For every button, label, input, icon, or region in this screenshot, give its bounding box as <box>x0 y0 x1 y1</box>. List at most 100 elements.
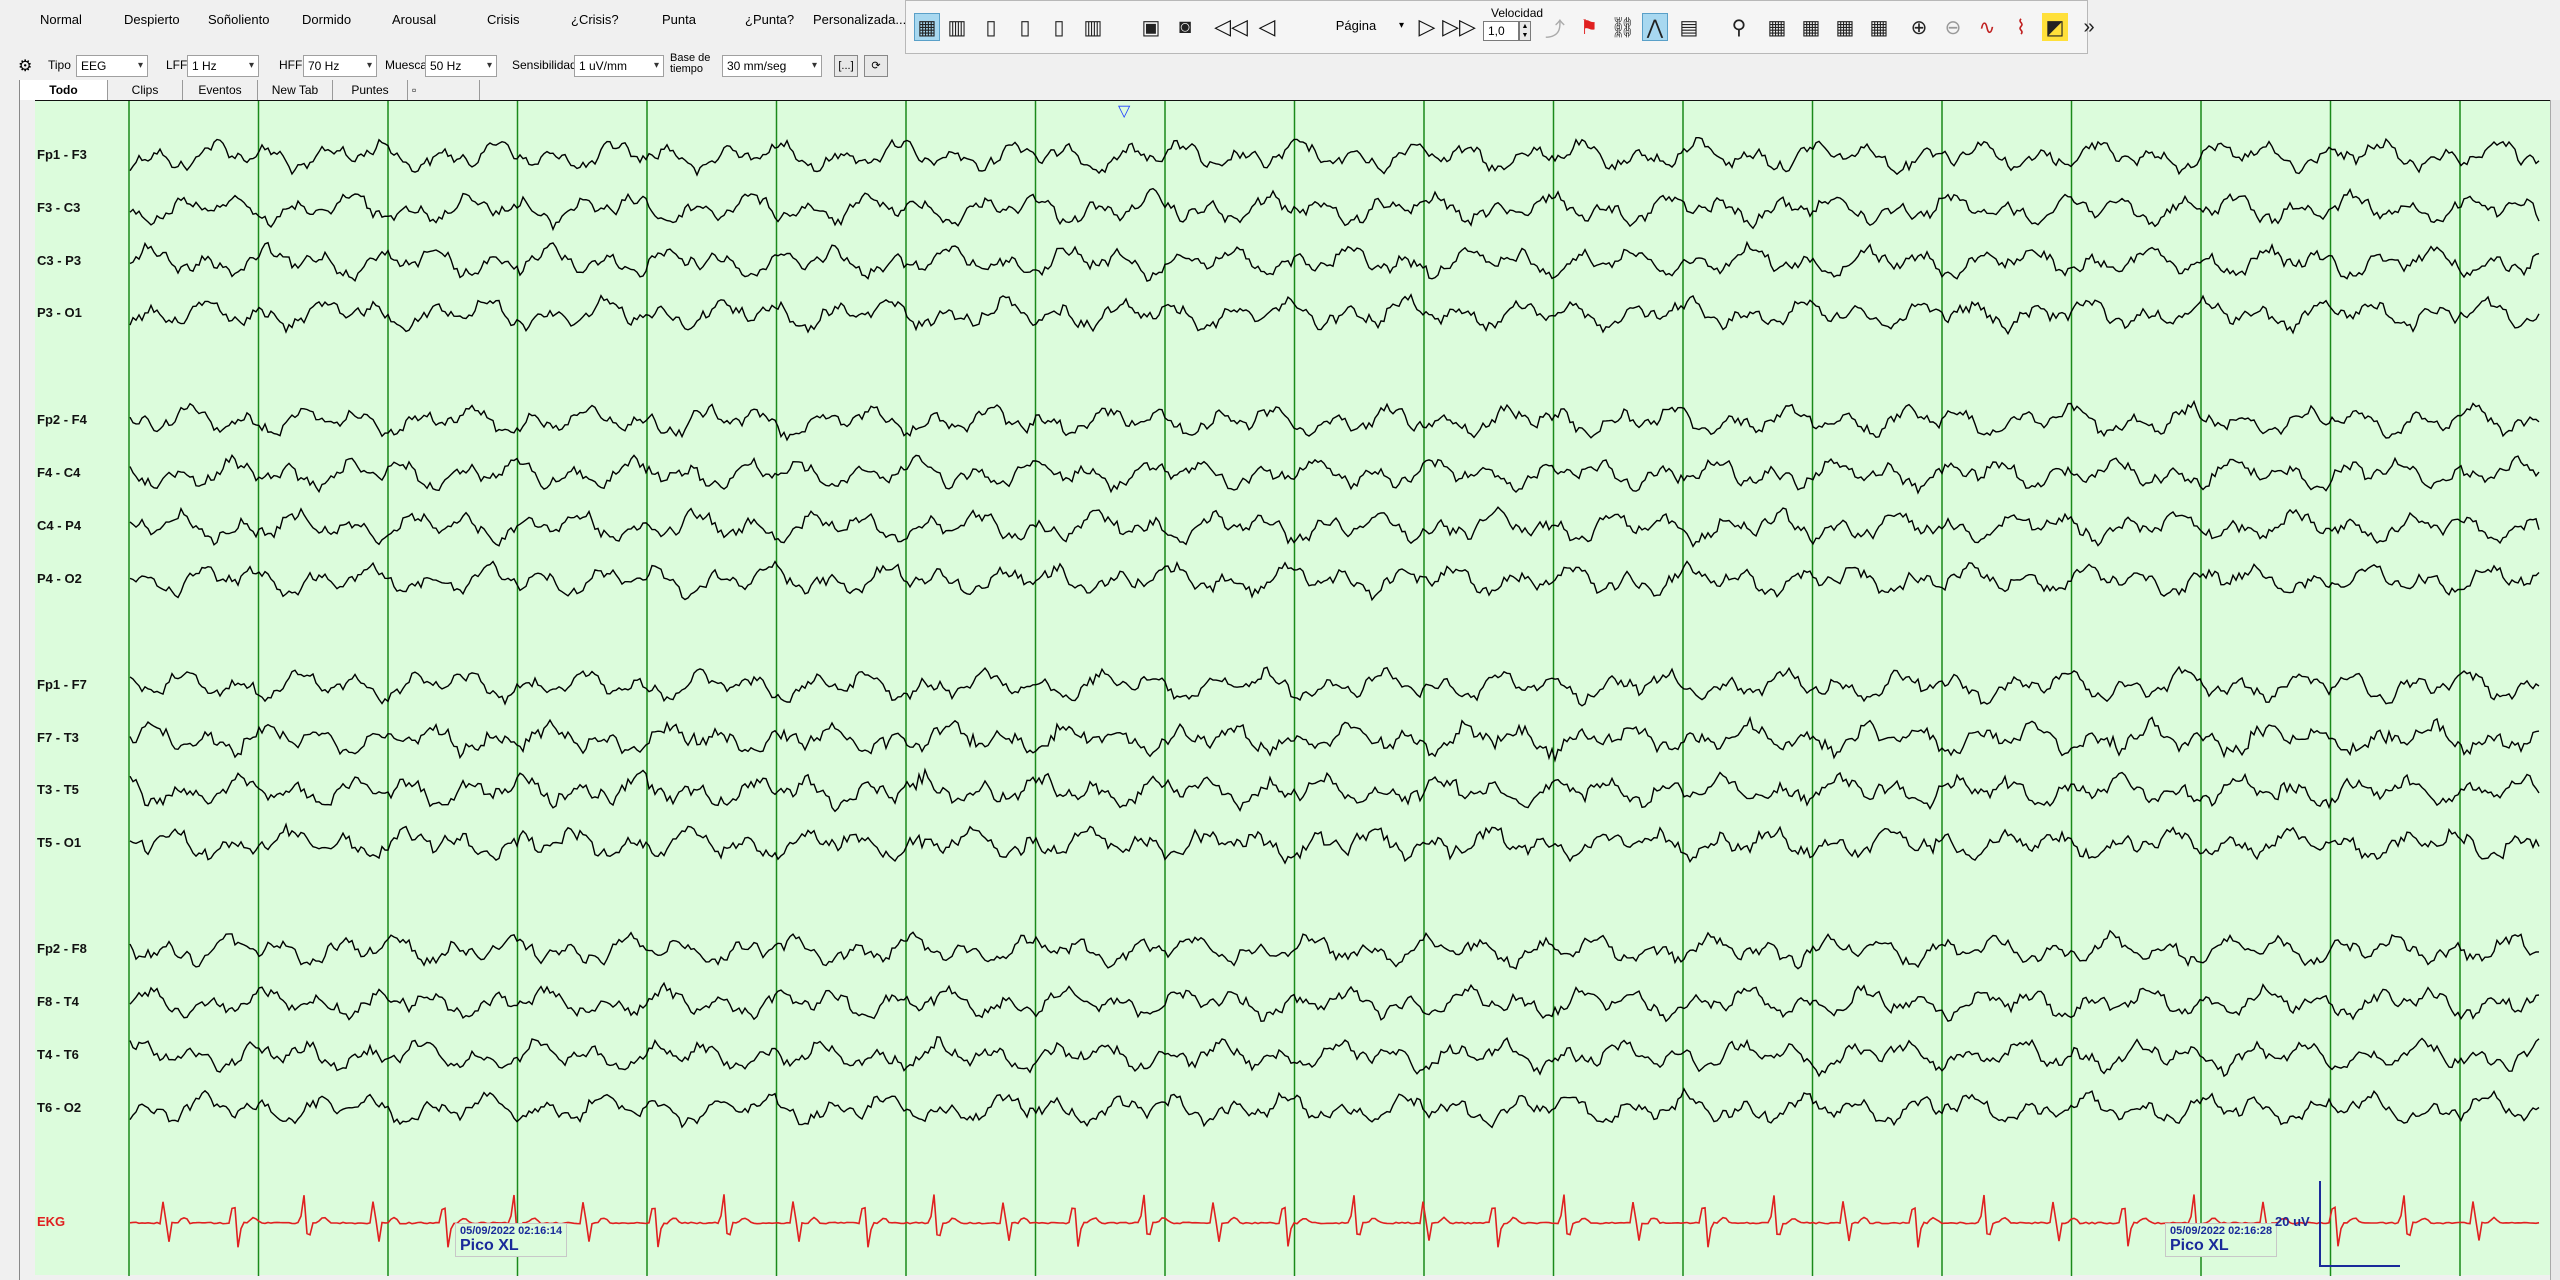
base-tiempo-select[interactable]: 30 mm/seg ▾ <box>722 55 822 77</box>
zoom-in-icon[interactable]: ⊕ <box>1906 13 1932 41</box>
zoom-out-icon[interactable]: ⊖ <box>1940 13 1966 41</box>
refresh-icon[interactable]: ⟳ <box>864 55 888 77</box>
channel-label[interactable]: P4 - O2 <box>37 571 82 586</box>
db-2-icon[interactable]: ▦ <box>1798 13 1824 41</box>
prev-icon[interactable]: ◁ <box>1254 13 1280 41</box>
tab-strip: Todo Clips Eventos New Tab Puntes ▫ <box>20 80 480 100</box>
event-crisis-question-button[interactable]: ¿Crisis? <box>571 8 619 32</box>
tab-todo[interactable]: Todo <box>20 80 108 100</box>
hff-label: HFF <box>279 58 303 72</box>
icon-toolbar: ▦ ▥ ▯ ▯ ▯ ▥ ▣ ◙ ◁◁ ◁ Página ▾ ▷ ▷▷ Veloci… <box>905 0 2095 54</box>
scale-label: 20 uV <box>2275 1214 2310 1229</box>
channel-label[interactable]: P3 - O1 <box>37 305 82 320</box>
eeg-trace <box>129 1036 2540 1078</box>
muesca-select[interactable]: 50 Hz ▾ <box>425 55 497 77</box>
layout-3-icon[interactable]: ▯ <box>1046 13 1072 41</box>
channel-label[interactable]: Fp2 - F8 <box>37 941 87 956</box>
lff-select[interactable]: 1 Hz ▾ <box>187 55 259 77</box>
event-normal-button[interactable]: Normal <box>40 8 82 32</box>
montage-icon[interactable]: ▦ <box>914 13 940 41</box>
event-despierto-button[interactable]: Despierto <box>124 8 180 32</box>
eeg-trace <box>129 1087 2540 1129</box>
tab-eventos[interactable]: Eventos <box>183 80 258 100</box>
sensibilidad-select[interactable]: 1 uV/mm ▾ <box>574 55 664 77</box>
link-icon[interactable]: ⛓ <box>1610 13 1636 41</box>
channel-label[interactable]: T3 - T5 <box>37 782 79 797</box>
settings-gear-icon[interactable]: ⚙ <box>18 56 32 76</box>
db-3-icon[interactable]: ▦ <box>1832 13 1858 41</box>
channel-label[interactable]: F3 - C3 <box>37 200 80 215</box>
event-marker-2[interactable]: 05/09/2022 02:16:28 Pico XL <box>2165 1223 2278 1257</box>
new-tab-icon[interactable]: ▫ <box>408 80 480 100</box>
channel-label[interactable]: T5 - O1 <box>37 835 81 850</box>
channel-label[interactable]: EKG <box>37 1214 65 1229</box>
layout-1-icon[interactable]: ▯ <box>978 13 1004 41</box>
channel-labels: Fp1 - F3 F3 - C3 C3 - P3 P3 - O1 Fp2 - F4 F4 … <box>35 101 135 1276</box>
tipo-select[interactable]: EEG ▾ <box>76 55 148 77</box>
tab-clips[interactable]: Clips <box>108 80 183 100</box>
event-marker-icon[interactable]: ⚑ <box>1576 13 1602 41</box>
muesca-label: Muesca <box>385 58 428 72</box>
eeg-viewer[interactable]: Fp1 - F3 F3 - C3 C3 - P3 P3 - O1 Fp2 - F4 F4 … <box>35 100 2550 1276</box>
wave-mode-icon[interactable]: ⋀ <box>1642 13 1668 41</box>
layout-4-icon[interactable]: ▥ <box>1080 13 1106 41</box>
event-marker-label: Pico XL <box>2170 1237 2229 1254</box>
bracket-button[interactable]: [...] <box>834 55 858 77</box>
event-marker-time: 05/09/2022 02:16:28 <box>2170 1225 2273 1237</box>
eeg-trace <box>129 187 2540 232</box>
table-icon[interactable]: ▤ <box>1676 13 1702 41</box>
event-personalizada-button[interactable]: Personalizada... <box>813 8 906 32</box>
wave-detect-icon[interactable]: ⌇ <box>2008 13 2034 41</box>
photo-icon[interactable]: ◩ <box>2042 13 2068 41</box>
eeg-trace <box>129 137 2540 177</box>
montage-book-icon[interactable]: ▥ <box>944 13 970 41</box>
cursor-off-icon[interactable]: ⤴ <box>1542 13 1568 41</box>
cursor-marker-icon[interactable]: ▽ <box>1118 101 1130 121</box>
eeg-traces <box>128 101 2540 1276</box>
tipo-label: Tipo <box>48 58 71 72</box>
layout-2-icon[interactable]: ▯ <box>1012 13 1038 41</box>
fast-forward-icon[interactable]: ▷▷ <box>1442 13 1476 41</box>
lff-label: LFF <box>166 58 188 72</box>
more-icon[interactable]: » <box>2076 13 2102 41</box>
event-sonoliento-button[interactable]: Soñoliento <box>208 8 269 32</box>
speed-input[interactable]: 1,0 <box>1483 21 1519 41</box>
channel-label[interactable]: T4 - T6 <box>37 1047 79 1062</box>
eeg-trace <box>129 560 2540 602</box>
vertical-scrollbar[interactable] <box>2550 100 2560 1280</box>
hff-select[interactable]: 70 Hz ▾ <box>303 55 377 77</box>
channel-label[interactable]: F8 - T4 <box>37 994 79 1009</box>
db-1-icon[interactable]: ▦ <box>1764 13 1790 41</box>
eeg-trace <box>129 822 2540 865</box>
event-marker-time: 05/09/2022 02:16:14 <box>460 1225 563 1237</box>
eeg-trace <box>129 981 2540 1023</box>
rewind-icon[interactable]: ◁◁ <box>1214 13 1248 41</box>
channel-label[interactable]: Fp1 - F7 <box>37 677 87 692</box>
next-icon[interactable]: ▷ <box>1414 13 1440 41</box>
settings-bar: ⚙ Tipo EEG ▾ LFF 1 Hz ▾ HFF 70 Hz ▾ Muesca … <box>0 52 905 80</box>
video-camera-icon[interactable]: ◙ <box>1172 13 1198 41</box>
channel-label[interactable]: C4 - P4 <box>37 518 81 533</box>
video-archive-icon[interactable]: ▣ <box>1138 13 1164 41</box>
search-person-icon[interactable]: ⚲ <box>1726 13 1752 41</box>
channel-label[interactable]: C3 - P3 <box>37 253 81 268</box>
channel-label[interactable]: F7 - T3 <box>37 730 79 745</box>
event-marker-label: Pico XL <box>460 1237 519 1254</box>
spike-icon[interactable]: ∿ <box>1974 13 2000 41</box>
event-crisis-button[interactable]: Crisis <box>487 8 520 32</box>
event-arousal-button[interactable]: Arousal <box>392 8 436 32</box>
event-punta-question-button[interactable]: ¿Punta? <box>745 8 794 32</box>
event-dormido-button[interactable]: Dormido <box>302 8 351 32</box>
speed-spinner[interactable]: ▲ ▼ <box>1519 21 1531 41</box>
channel-label[interactable]: Fp2 - F4 <box>37 412 87 427</box>
tab-new-tab[interactable]: New Tab <box>258 80 333 100</box>
event-punta-button[interactable]: Punta <box>662 8 696 32</box>
eeg-trace <box>129 399 2540 442</box>
channel-label[interactable]: Fp1 - F3 <box>37 147 87 162</box>
tab-puntes[interactable]: Puntes <box>333 80 408 100</box>
channel-label[interactable]: T6 - O2 <box>37 1100 81 1115</box>
db-4-icon[interactable]: ▦ <box>1866 13 1892 41</box>
event-marker-1[interactable]: 05/09/2022 02:16:14 Pico XL <box>455 1223 568 1257</box>
channel-label[interactable]: F4 - C4 <box>37 465 80 480</box>
page-select[interactable]: Página ▾ <box>1316 15 1404 37</box>
